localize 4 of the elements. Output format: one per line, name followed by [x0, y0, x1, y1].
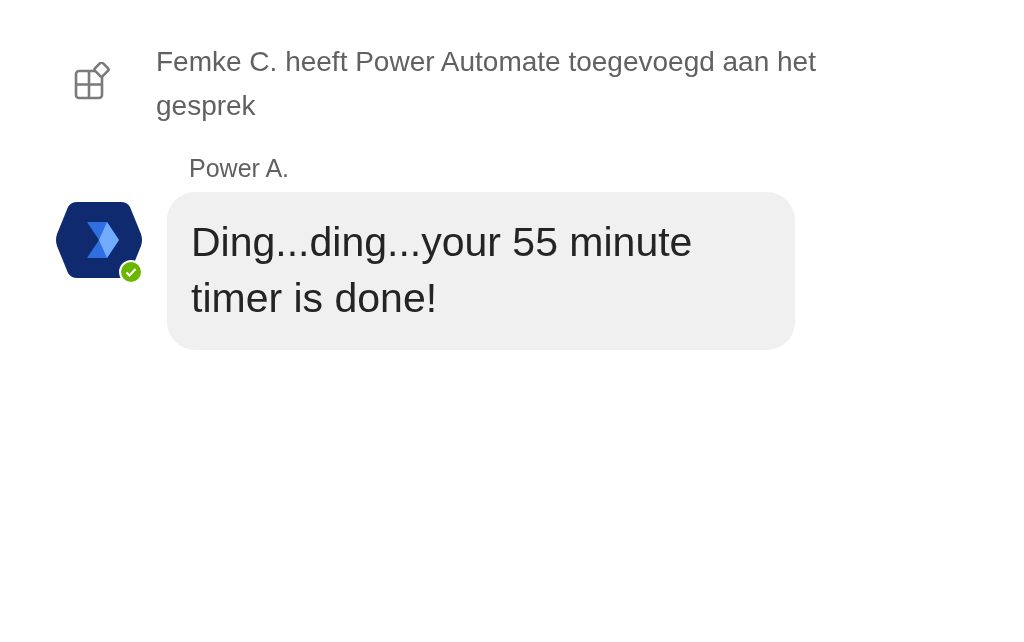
system-message: Femke C. heeft Power Automate toegevoegd aan het gesprek [156, 45, 817, 123]
sender-name: Power A. [189, 154, 291, 182]
message-bubble: Ding...ding...your 55 minute timer is done! [167, 192, 795, 350]
bot-avatar[interactable] [55, 200, 143, 280]
